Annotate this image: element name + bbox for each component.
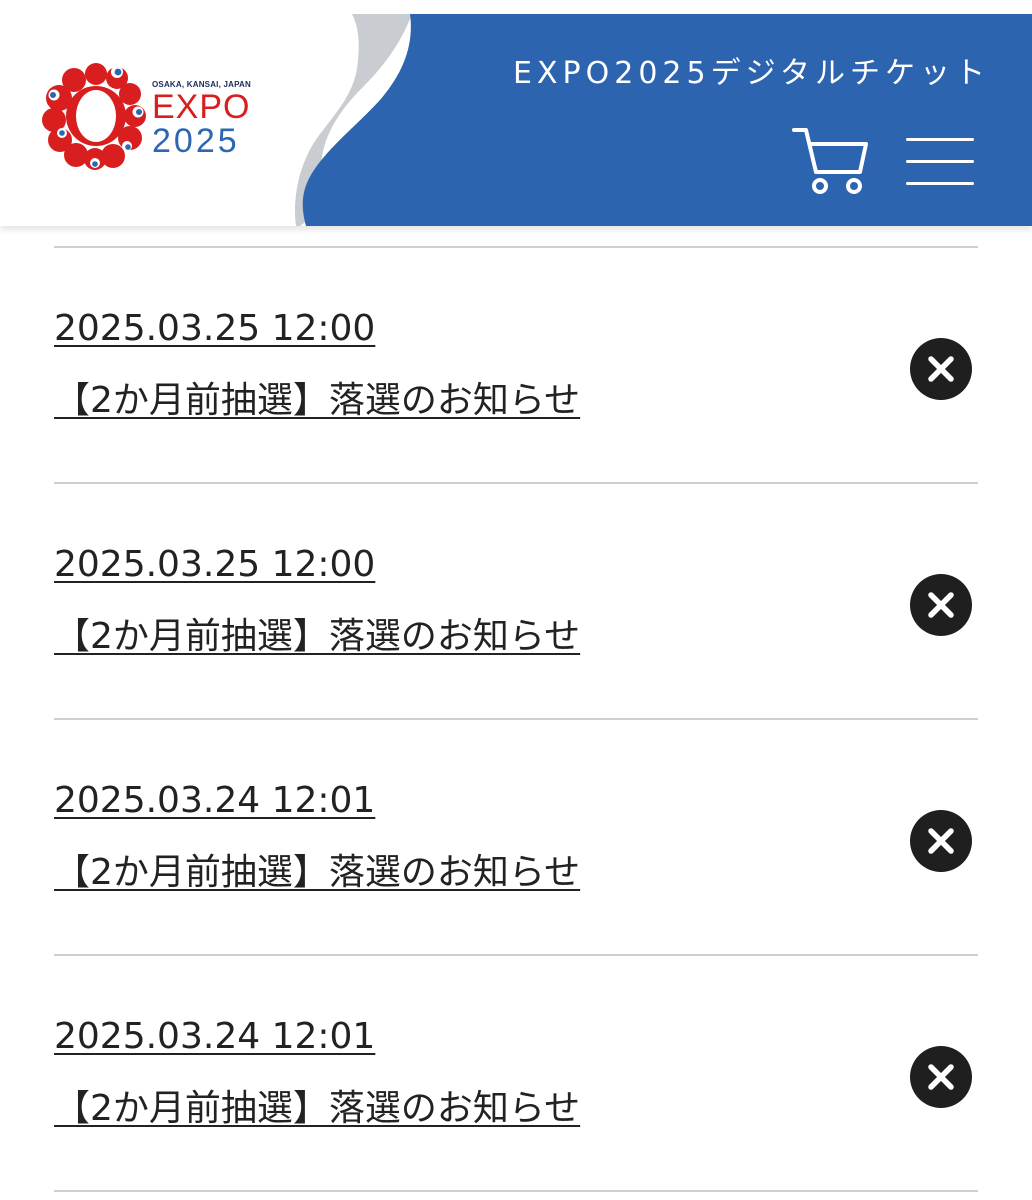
notification-link[interactable]: 2025.03.25 12:00 【2か月前抽選】落選のお知らせ xyxy=(54,306,580,424)
notification-title: 【2か月前抽選】落選のお知らせ xyxy=(54,852,581,893)
notification-title: 【2か月前抽選】落選のお知らせ xyxy=(54,1088,581,1129)
close-icon xyxy=(928,592,954,618)
close-icon xyxy=(928,356,954,382)
notification-date: 2025.03.24 12:01 xyxy=(54,1016,376,1057)
delete-notification-button[interactable] xyxy=(910,1046,972,1108)
cart-button[interactable] xyxy=(790,122,870,198)
notification-title: 【2か月前抽選】落選のお知らせ xyxy=(54,380,581,421)
delete-notification-button[interactable] xyxy=(910,810,972,872)
hamburger-menu-button[interactable] xyxy=(906,138,976,188)
cart-icon xyxy=(792,128,868,194)
list-divider xyxy=(54,1190,978,1194)
logo-expo-text: EXPO xyxy=(152,88,251,126)
expo-logo[interactable]: OSAKA, KANSAI, JAPAN EXPO 2025 xyxy=(40,60,266,172)
close-icon xyxy=(928,1064,954,1090)
delete-notification-button[interactable] xyxy=(910,338,972,400)
notification-item: 2025.03.25 12:00 【2か月前抽選】落選のお知らせ xyxy=(54,246,978,482)
site-header: OSAKA, KANSAI, JAPAN EXPO 2025 EXPO2025デ… xyxy=(0,0,1032,226)
notification-list: 2025.03.25 12:00 【2か月前抽選】落選のお知らせ 2025.03… xyxy=(54,246,978,1194)
logo-wordmark: OSAKA, KANSAI, JAPAN EXPO 2025 xyxy=(152,80,264,158)
logo-year-text: 2025 xyxy=(152,122,240,160)
notification-link[interactable]: 2025.03.24 12:01 【2か月前抽選】落選のお知らせ xyxy=(54,778,580,896)
notification-link[interactable]: 2025.03.25 12:00 【2か月前抽選】落選のお知らせ xyxy=(54,542,580,660)
notification-link[interactable]: 2025.03.24 12:01 【2か月前抽選】落選のお知らせ xyxy=(54,1014,580,1132)
close-icon xyxy=(928,828,954,854)
menu-line xyxy=(906,138,974,141)
notification-item: 2025.03.25 12:00 【2か月前抽選】落選のお知らせ xyxy=(54,482,978,718)
myaku-myaku-logo-icon xyxy=(42,63,146,170)
notification-title: 【2か月前抽選】落選のお知らせ xyxy=(54,616,581,657)
notification-date: 2025.03.25 12:00 xyxy=(54,308,376,349)
menu-line xyxy=(906,182,974,185)
site-title[interactable]: EXPO2025デジタルチケット xyxy=(513,48,990,92)
notification-item: 2025.03.24 12:01 【2か月前抽選】落選のお知らせ xyxy=(54,954,978,1190)
notification-date: 2025.03.25 12:00 xyxy=(54,544,376,585)
notification-date: 2025.03.24 12:01 xyxy=(54,780,376,821)
page: OSAKA, KANSAI, JAPAN EXPO 2025 EXPO2025デ… xyxy=(0,0,1032,1200)
notification-item: 2025.03.24 12:01 【2か月前抽選】落選のお知らせ xyxy=(54,718,978,954)
delete-notification-button[interactable] xyxy=(910,574,972,636)
menu-line xyxy=(906,160,974,163)
